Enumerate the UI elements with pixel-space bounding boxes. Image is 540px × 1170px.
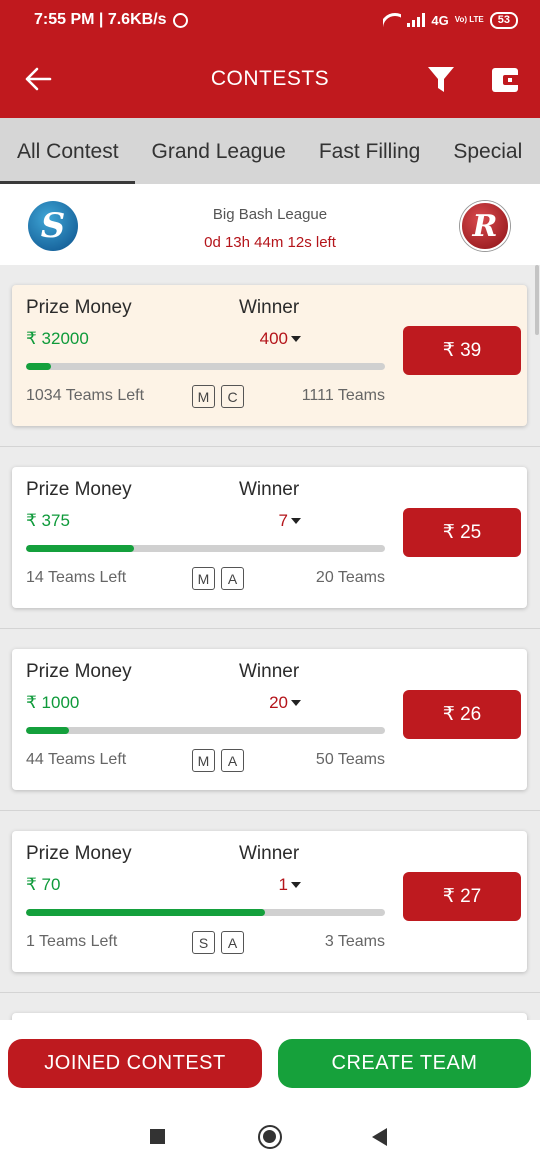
wifi-icon xyxy=(383,13,401,27)
battery-icon: 53 xyxy=(489,11,518,29)
winner-count: 400 xyxy=(259,329,288,348)
home-icon[interactable] xyxy=(258,1125,282,1149)
contest-badges: MC xyxy=(192,385,244,408)
prize-amount: ₹ 32000 xyxy=(26,329,89,348)
teams-left: 14 Teams Left xyxy=(26,569,127,586)
card-separator xyxy=(0,810,540,811)
winner-label: Winner xyxy=(239,843,300,864)
status-time-speed: 7:55 PM | 7.6KB/s xyxy=(34,11,167,28)
prize-amount: ₹ 1000 xyxy=(26,693,80,712)
fill-progress xyxy=(26,727,70,734)
card-separator xyxy=(0,446,540,447)
status-bar: 7:55 PM | 7.6KB/s 4G Vo) LTE 53 xyxy=(0,0,540,40)
winner-count: 7 xyxy=(278,511,288,530)
tab-fast-filling[interactable]: Fast Filling xyxy=(302,118,437,184)
contest-badges: MA xyxy=(192,567,244,590)
wallet-icon[interactable] xyxy=(490,66,520,94)
fill-progress xyxy=(26,909,266,916)
fill-progress-bar xyxy=(26,545,385,552)
alarm-icon xyxy=(172,12,188,28)
contest-badges: MA xyxy=(192,749,244,772)
scrollbar[interactable] xyxy=(535,265,539,335)
total-teams: 50 Teams xyxy=(315,751,385,768)
contest-badge: A xyxy=(221,567,244,590)
caret-down-icon xyxy=(291,336,301,342)
fill-progress-bar xyxy=(26,727,385,734)
nav-back-icon[interactable] xyxy=(372,1128,387,1146)
winners-dropdown[interactable]: 20 xyxy=(269,693,301,713)
card-separator xyxy=(0,628,540,629)
tab-all-contest[interactable]: All Contest xyxy=(0,118,135,184)
fill-progress-bar xyxy=(26,363,385,370)
winner-label: Winner xyxy=(239,297,300,318)
recent-apps-icon[interactable] xyxy=(150,1129,165,1144)
prize-money-label: Prize Money xyxy=(26,661,132,682)
contest-card[interactable]: Prize Money Winner ₹ 70 1 1 Teams Left S A 3 Te… xyxy=(12,831,527,972)
system-nav-bar xyxy=(0,1104,540,1170)
prize-money-label: Prize Money xyxy=(26,843,132,864)
prize-amount: ₹ 70 xyxy=(26,875,61,894)
entry-fee-button[interactable]: ₹ 26 xyxy=(403,690,521,739)
contest-badge: M xyxy=(192,567,215,590)
contest-badge: M xyxy=(192,385,215,408)
caret-down-icon xyxy=(291,518,301,524)
caret-down-icon xyxy=(291,700,301,706)
contest-badge: M xyxy=(192,749,215,772)
fill-progress xyxy=(26,363,51,370)
winners-dropdown[interactable]: 1 xyxy=(279,875,301,895)
joined-contest-button[interactable]: JOINED CONTEST xyxy=(8,1039,262,1088)
page-title: CONTESTS xyxy=(210,67,330,90)
bottom-action-bar: JOINED CONTEST CREATE TEAM xyxy=(0,1020,540,1104)
caret-down-icon xyxy=(291,882,301,888)
contest-card[interactable]: Prize Money Winner ₹ 375 7 14 Teams Left M A 20… xyxy=(12,467,527,608)
contest-tabs: All Contest Grand League Fast Filling Sp… xyxy=(0,118,540,184)
entry-fee-button[interactable]: ₹ 25 xyxy=(403,508,521,557)
winner-label: Winner xyxy=(239,479,300,500)
contest-badges: SA xyxy=(192,931,244,954)
tab-grand-league[interactable]: Grand League xyxy=(135,118,302,184)
contest-card[interactable]: Prize Money Winner ₹ 1000 20 44 Teams Left M A… xyxy=(12,649,527,790)
card-separator xyxy=(0,992,540,993)
total-teams: 1111 Teams xyxy=(301,387,385,404)
teams-left: 1034 Teams Left xyxy=(26,387,145,404)
winner-label: Winner xyxy=(239,661,300,682)
league-name: Big Bash League xyxy=(212,206,328,223)
contest-card[interactable] xyxy=(12,1013,527,1020)
contest-badge: A xyxy=(221,749,244,772)
contest-list[interactable]: Prize Money Winner ₹ 32000 400 1034 Teams Le… xyxy=(0,265,540,1020)
entry-fee-button[interactable]: ₹ 39 xyxy=(403,326,521,375)
contest-card[interactable]: Prize Money Winner ₹ 32000 400 1034 Teams Le… xyxy=(12,285,527,426)
teams-left: 44 Teams Left xyxy=(26,751,127,768)
total-teams: 20 Teams xyxy=(315,569,385,586)
countdown-timer: 0d 13h 44m 12s left xyxy=(204,234,336,251)
winners-dropdown[interactable]: 7 xyxy=(279,511,301,531)
filter-icon[interactable] xyxy=(426,64,456,94)
teams-left: 1 Teams Left xyxy=(26,933,118,950)
network-type: 4G xyxy=(431,12,449,28)
contest-badge: C xyxy=(221,385,244,408)
fill-progress xyxy=(26,545,134,552)
winner-count: 1 xyxy=(278,875,288,894)
prize-amount: ₹ 375 xyxy=(26,511,70,530)
prize-money-label: Prize Money xyxy=(26,297,132,318)
tab-special[interactable]: Special xyxy=(436,118,538,184)
winner-count: 20 xyxy=(269,693,288,712)
signal-icon xyxy=(407,13,426,27)
entry-fee-button[interactable]: ₹ 27 xyxy=(403,872,521,921)
create-team-button[interactable]: CREATE TEAM xyxy=(278,1039,531,1088)
team-logo-renegades: R xyxy=(460,201,510,251)
total-teams: 3 Teams xyxy=(324,933,385,950)
winners-dropdown[interactable]: 400 xyxy=(260,329,301,349)
contest-badge: S xyxy=(192,931,215,954)
fill-progress-bar xyxy=(26,909,385,916)
prize-money-label: Prize Money xyxy=(26,479,132,500)
match-header: S Big Bash League 0d 13h 44m 12s left R xyxy=(0,184,540,265)
app-bar: CONTESTS xyxy=(0,40,540,118)
volte-label: Vo) LTE xyxy=(454,15,484,24)
contest-badge: A xyxy=(221,931,244,954)
